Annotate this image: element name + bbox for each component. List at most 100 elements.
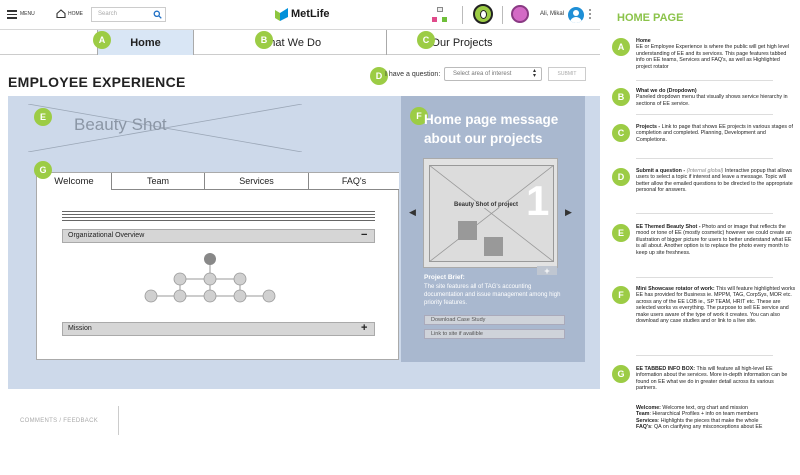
tab-services[interactable]: Services: [204, 173, 308, 190]
note-line-body: : Hierarchical Profiles + info on team m…: [649, 411, 759, 418]
note-separator: [636, 213, 773, 214]
tab-our-projects[interactable]: Our Projects: [387, 30, 537, 55]
question-select-value: Select area of interest: [453, 71, 512, 77]
question-select[interactable]: Select area of interest ▴ ▾: [444, 67, 542, 81]
note-line-title: Team: [636, 411, 650, 418]
site-link-button[interactable]: Link to site if availible: [424, 329, 565, 339]
tab-team[interactable]: Team: [111, 173, 204, 190]
top-bar: MENU HOME Search MetLife Ali, Mikal: [0, 0, 600, 30]
home-label[interactable]: HOME: [68, 11, 83, 17]
brand-name: MetLife: [291, 8, 330, 20]
divider: [502, 6, 503, 24]
note-b: What we do (Dropdown) Paneled dropdown me…: [636, 88, 796, 107]
annotation-badge-c: C: [417, 31, 435, 49]
note-italic: (Internal global): [686, 168, 724, 174]
org-chart: [144, 253, 276, 303]
note-g: EE TABBED INFO BOX: This will feature al…: [636, 366, 796, 392]
project-brief-text: The site features all of TAG's accountin…: [424, 284, 561, 306]
note-c: Projects - Link to page that shows EE pr…: [636, 124, 796, 143]
accordion-label: Organizational Overview: [68, 232, 145, 239]
accordion-org-overview[interactable]: Organizational Overview −: [62, 229, 375, 243]
project-message: Home page message about our projects: [424, 112, 559, 146]
annotation-badge-g: G: [34, 161, 52, 179]
search-icon[interactable]: [153, 10, 162, 19]
thumb-square: [484, 237, 503, 256]
text-lines: [62, 211, 375, 221]
comments-feedback-link[interactable]: COMMENTS / FEEDBACK: [20, 418, 98, 424]
note-a: Home EE or Employee Experience is where t…: [636, 38, 796, 70]
download-case-study-button[interactable]: Download Case Study: [424, 315, 565, 325]
thumb-square: [458, 221, 477, 240]
note-badge-d: D: [612, 168, 630, 186]
note-badge-a: A: [612, 38, 630, 56]
note-badge-g: G: [612, 365, 630, 383]
search-field[interactable]: Search: [91, 7, 166, 22]
tab-faqs[interactable]: FAQ's: [308, 173, 399, 190]
note-title: Home: [636, 38, 651, 44]
sitemap-icon[interactable]: [430, 7, 450, 25]
expand-icon[interactable]: +: [361, 322, 367, 334]
annotation-badge-e: E: [34, 108, 52, 126]
note-line-body: : Highlights the pieces that make the wh…: [657, 417, 759, 424]
submit-button[interactable]: SUBMIT: [548, 67, 586, 81]
metlife-logo[interactable]: MetLife: [275, 7, 337, 23]
page-title: EMPLOYEE EXPERIENCE: [8, 74, 186, 90]
note-line-body: : QA on clarifying any misconceptions ab…: [651, 424, 763, 431]
accordion-label: Mission: [68, 325, 92, 332]
note-tab-details: Welcome: Welcome text, org chart and mis…: [636, 405, 796, 431]
note-title: EE TABBED INFO BOX:: [636, 366, 696, 372]
expand-image-button[interactable]: +: [537, 266, 557, 276]
profile-badge-icon[interactable]: [511, 5, 529, 23]
previous-arrow-icon[interactable]: ◀: [409, 207, 416, 218]
note-separator: [636, 114, 773, 115]
user-name[interactable]: Ali, Mikal: [540, 11, 564, 17]
note-title: Projects -: [636, 124, 662, 130]
project-image-label: Beauty Shot of project: [454, 202, 519, 208]
accordion-mission[interactable]: Mission +: [62, 322, 375, 336]
user-avatar[interactable]: [568, 7, 584, 23]
note-title: Mini Showcase rotator of work:: [636, 286, 715, 292]
search-input[interactable]: Search: [98, 11, 117, 17]
project-image[interactable]: Beauty Shot of project 1: [423, 158, 558, 268]
wireframe-canvas: MENU HOME Search MetLife Ali, Mikal Home…: [0, 0, 800, 475]
note-title: Submit a question -: [636, 168, 687, 174]
note-badge-f: F: [612, 286, 630, 304]
tab-what-we-do[interactable]: What We Do: [194, 30, 387, 55]
tab-home[interactable]: Home: [97, 30, 194, 55]
tab-home-label: Home: [130, 36, 161, 49]
note-separator: [636, 355, 773, 356]
metlife-logo-icon: [275, 8, 288, 21]
question-label: I have a question:: [385, 71, 441, 78]
annotation-badge-b: B: [255, 31, 273, 49]
note-body: Paneled dropdown menu that visually show…: [636, 94, 788, 107]
note-e: EE Themed Beauty Shot - Photo and or ima…: [636, 224, 796, 256]
collapse-icon[interactable]: −: [361, 229, 367, 241]
note-f: Mini Showcase rotator of work: This will…: [636, 286, 796, 324]
beauty-shot-label: Beauty Shot: [74, 115, 167, 134]
tabbed-info-box: Welcome Team Services FAQ's Organization…: [36, 172, 399, 360]
tab-our-projects-label: Our Projects: [431, 36, 493, 49]
note-title: What we do (Dropdown): [636, 88, 697, 94]
annotation-badge-a: A: [93, 31, 111, 49]
note-line-body: Welcome text, org chart and mission: [660, 405, 748, 411]
hamburger-icon[interactable]: [7, 10, 17, 19]
note-line-title: Welcome:: [636, 405, 661, 411]
note-title: EE Themed Beauty Shot -: [636, 224, 702, 230]
note-d: Submit a question - (Internal global) In…: [636, 168, 796, 194]
project-brief-title: Project Brief:: [424, 274, 465, 281]
more-options-icon[interactable]: [589, 9, 591, 21]
menu-label[interactable]: MENU: [20, 11, 35, 17]
note-line: FAQ's: QA on clarifying any misconceptio…: [636, 424, 796, 430]
note-body: This will feature highlighted works EE h…: [636, 286, 796, 325]
divider: [462, 6, 463, 24]
note-separator: [636, 158, 773, 159]
home-icon[interactable]: [56, 9, 66, 18]
note-separator: [636, 80, 773, 81]
select-arrows-icon: ▴ ▾: [533, 68, 537, 79]
notes-title: HOME PAGE: [617, 12, 684, 24]
next-arrow-icon[interactable]: ▶: [565, 207, 572, 218]
slide-number: 1: [526, 177, 550, 224]
note-badge-b: B: [612, 88, 630, 106]
footer-divider: [118, 406, 119, 435]
snoopy-avatar-icon[interactable]: [473, 4, 493, 24]
